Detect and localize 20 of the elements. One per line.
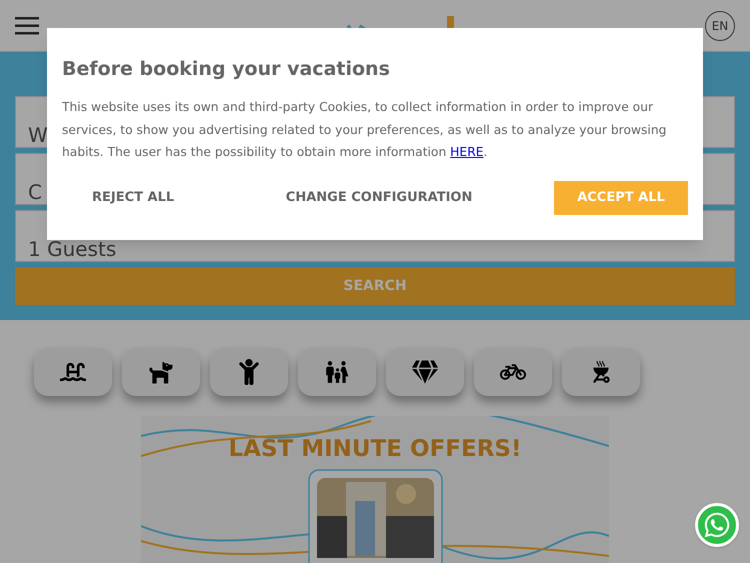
whatsapp-button[interactable] [695,503,739,547]
amenity-button[interactable] [210,348,288,396]
amenity-button[interactable] [474,348,552,396]
menu-icon[interactable] [15,16,39,34]
dialog-button[interactable]: CHANGE CONFIGURATION [256,180,502,214]
whatsapp-icon [703,511,731,539]
banner-title: LAST MINUTE OFFERS! [228,435,522,464]
dialog-title: Before booking your vacations [62,57,391,82]
amenity-button[interactable] [122,348,200,396]
amenity-button[interactable] [34,348,112,396]
family-icon [324,359,350,385]
dog-icon [148,359,174,385]
amenity-button[interactable] [298,348,376,396]
language-button[interactable]: EN [705,10,735,40]
amenity-button[interactable] [386,348,464,396]
amenity-button[interactable] [562,348,640,396]
more-info-link[interactable]: HERE [450,145,484,159]
dialog-button[interactable]: REJECT ALL [62,180,204,214]
diamond-icon [412,359,438,385]
cookie-notice-text: This website uses its own and third-party Cookies, to collect information in order to improve our services, to show you advertising related to your preferences, as well as to analyze your browsing habits. The user has the possibility to obtain more information HERE. [62,99,668,161]
